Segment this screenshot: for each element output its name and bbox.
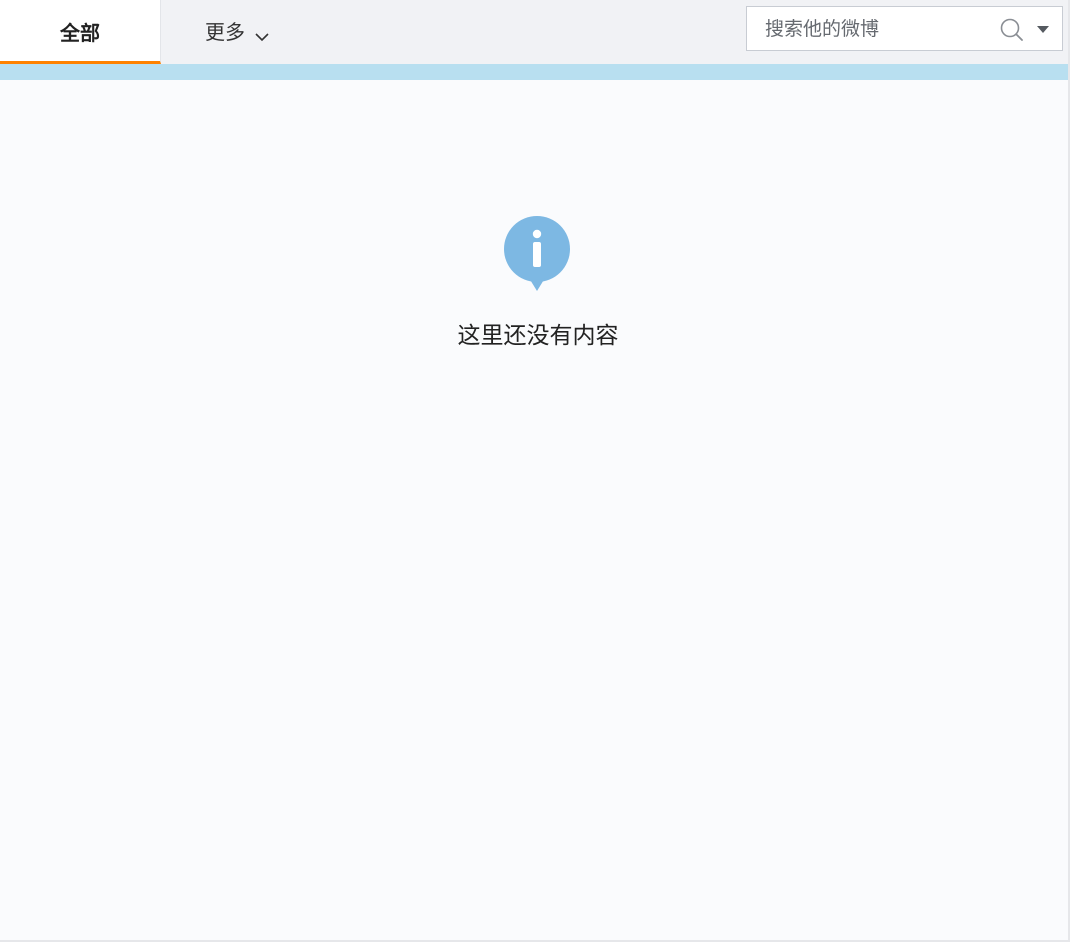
tab-more-label: 更多 [205,20,245,44]
search-input[interactable] [765,15,985,43]
tab-all[interactable]: 全部 [0,0,161,64]
empty-state: 这里还没有内容 [0,80,1068,480]
info-icon [502,216,572,294]
tab-all-label: 全部 [60,21,100,45]
tab-bar: 全部 更多 [0,0,1068,64]
search-icon[interactable] [999,17,1025,43]
empty-message: 这里还没有内容 [457,323,619,349]
tab-more[interactable]: 更多 [205,0,269,61]
page: 全部 更多 搜索他的微博 这里还没有内容 [0,0,1070,942]
search-box [746,6,1063,51]
info-strip [0,64,1068,80]
chevron-down-icon [255,27,269,41]
caret-down-icon[interactable] [1035,22,1051,36]
